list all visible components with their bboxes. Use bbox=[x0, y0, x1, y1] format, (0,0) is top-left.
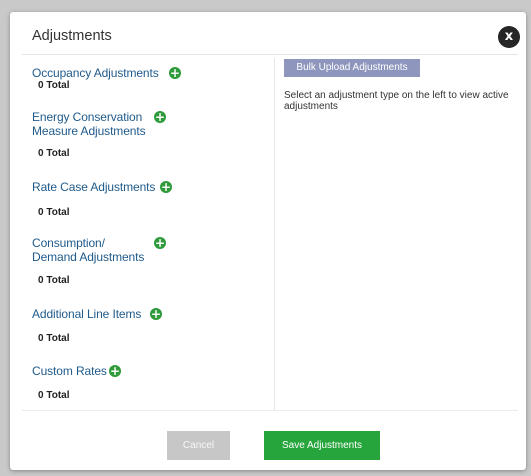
close-icon[interactable]: x bbox=[498, 26, 520, 48]
additional-line-items-link[interactable]: Additional Line Items bbox=[32, 307, 141, 321]
modal-title: Adjustments bbox=[32, 28, 112, 44]
adjustment-title-line: Demand Adjustments bbox=[32, 250, 145, 264]
consumption-demand-adjustments-link[interactable]: Consumption/ Demand Adjustments bbox=[32, 236, 144, 264]
occupancy-adjustments-link[interactable]: Occupancy Adjustments bbox=[32, 66, 159, 80]
column-divider bbox=[274, 58, 275, 410]
adjustment-total: 0 Total bbox=[38, 275, 70, 286]
adjustment-total: 0 Total bbox=[38, 207, 70, 218]
adjustment-title-line: Additional Line Items bbox=[32, 307, 142, 321]
energy-conservation-adjustments-link[interactable]: Energy Conservation Measure Adjustments bbox=[32, 110, 146, 138]
add-energy-conservation-adjustment-icon[interactable]: + bbox=[154, 111, 166, 123]
adjustments-modal: Adjustments x Occupancy Adjustments + 0 … bbox=[10, 12, 526, 470]
add-additional-line-item-icon[interactable]: + bbox=[150, 308, 162, 320]
add-custom-rate-icon[interactable]: + bbox=[109, 365, 121, 377]
adjustment-title-line: Energy Conservation bbox=[32, 110, 143, 124]
cancel-button[interactable]: Cancel bbox=[167, 431, 230, 460]
add-consumption-demand-adjustment-icon[interactable]: + bbox=[154, 237, 166, 249]
adjustment-total: 0 Total bbox=[38, 80, 70, 91]
save-adjustments-button[interactable]: Save Adjustments bbox=[264, 431, 380, 460]
custom-rates-link[interactable]: Custom Rates bbox=[32, 364, 107, 378]
add-rate-case-adjustment-icon[interactable]: + bbox=[160, 181, 172, 193]
add-occupancy-adjustment-icon[interactable]: + bbox=[169, 67, 181, 79]
adjustment-title-line: Custom Rates bbox=[32, 364, 107, 378]
adjustment-title-line: Measure Adjustments bbox=[32, 124, 146, 138]
rate-case-adjustments-link[interactable]: Rate Case Adjustments bbox=[32, 180, 155, 194]
bulk-upload-adjustments-button[interactable]: Bulk Upload Adjustments bbox=[284, 59, 420, 77]
adjustment-total: 0 Total bbox=[38, 333, 70, 344]
adjustment-title-line: Consumption/ bbox=[32, 236, 105, 250]
adjustments-help-text: Select an adjustment type on the left to… bbox=[284, 90, 509, 112]
adjustment-total: 0 Total bbox=[38, 390, 70, 401]
adjustment-title-line: Rate Case Adjustments bbox=[32, 180, 156, 194]
title-divider bbox=[22, 54, 518, 55]
footer-divider bbox=[22, 410, 518, 411]
adjustment-total: 0 Total bbox=[38, 148, 70, 159]
adjustment-title-line: Occupancy Adjustments bbox=[32, 66, 159, 80]
